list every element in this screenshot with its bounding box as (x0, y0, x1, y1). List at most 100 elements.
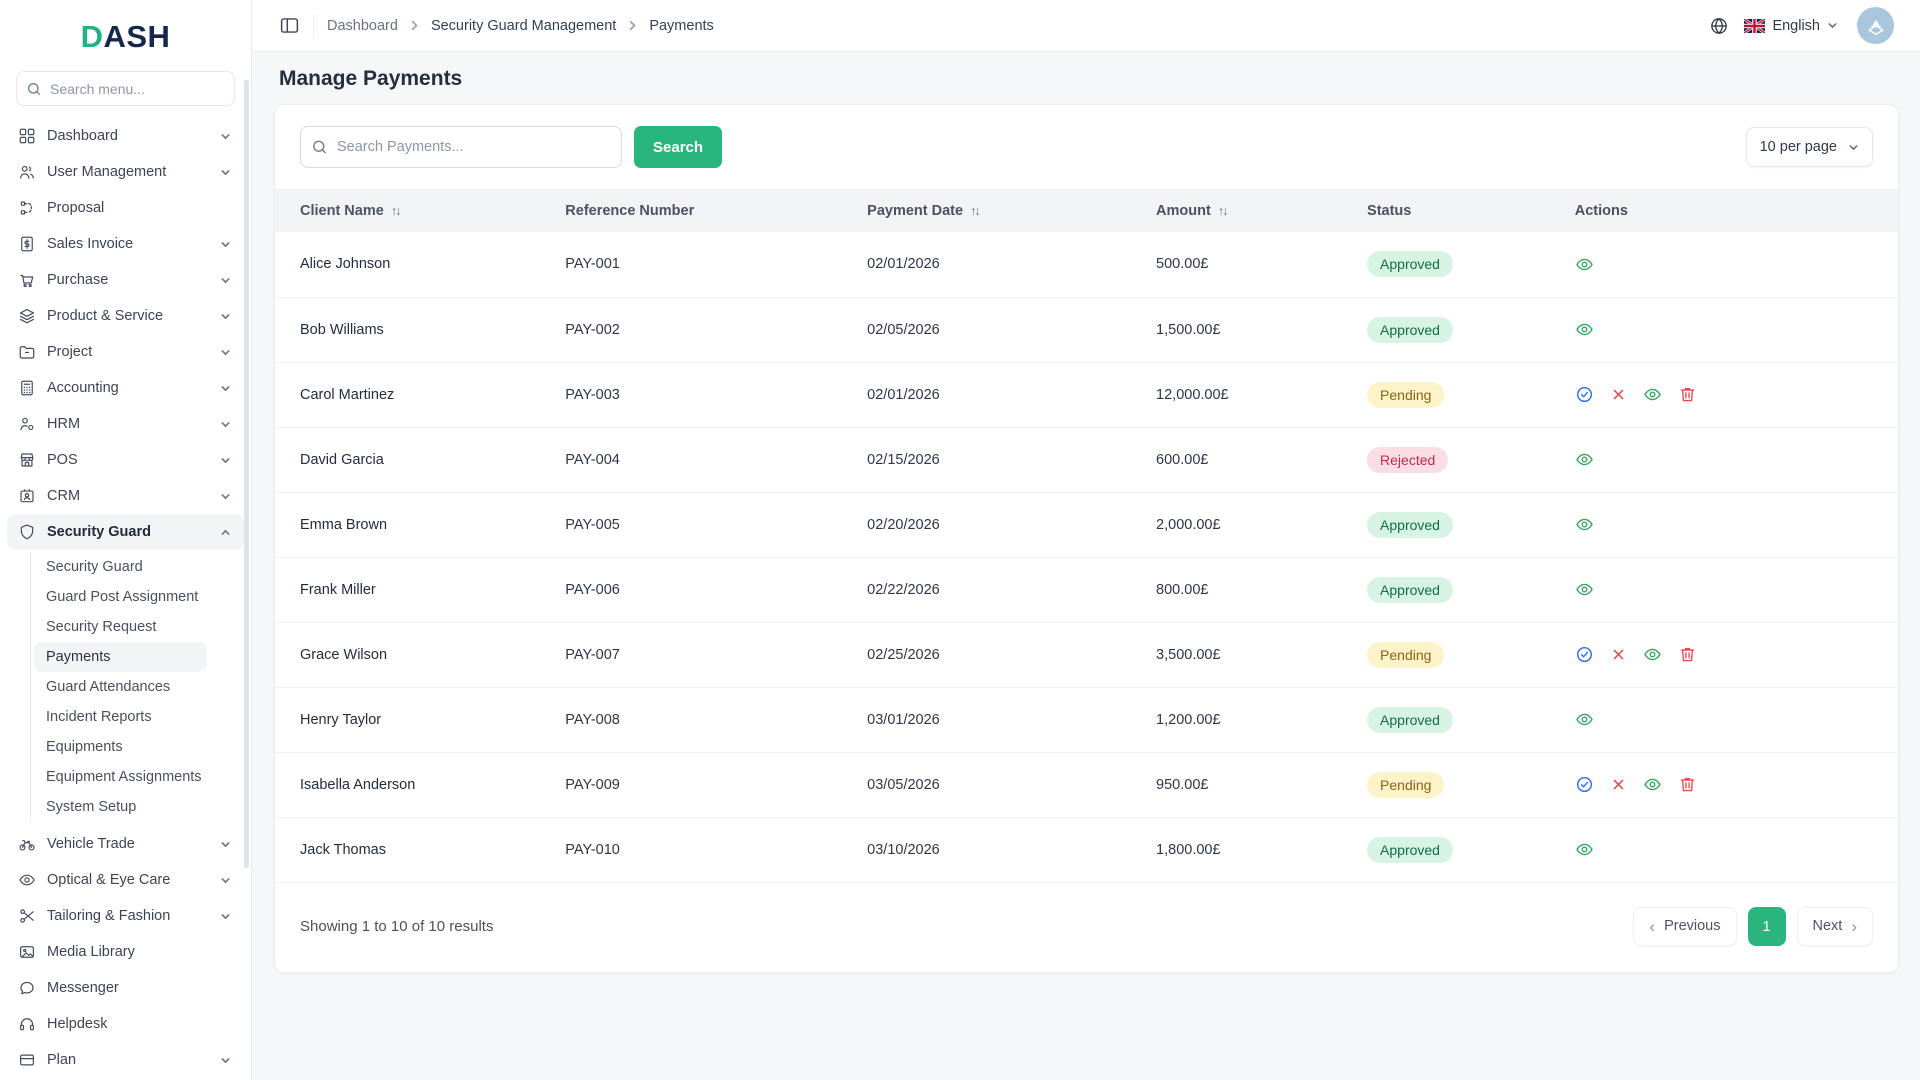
view-payment-button[interactable] (1575, 515, 1594, 534)
view-payment-button[interactable] (1575, 580, 1594, 599)
view-payment-button[interactable] (1575, 450, 1594, 469)
cell-reference-number: PAY-008 (549, 687, 852, 753)
cell-client-name: Jack Thomas (275, 817, 550, 883)
status-badge: Pending (1367, 641, 1445, 668)
approve-payment-button[interactable] (1575, 775, 1594, 794)
delete-payment-button[interactable] (1678, 775, 1697, 794)
sort-icon[interactable]: ↑↓ (1218, 204, 1228, 218)
column-header-amount[interactable]: Amount ↑↓ (1140, 189, 1352, 232)
layers-icon (18, 307, 36, 325)
delete-payment-button[interactable] (1678, 645, 1697, 664)
sidebar-scrollbar[interactable] (244, 80, 249, 868)
divider (313, 13, 314, 38)
breadcrumb-security-guard-management[interactable]: Security Guard Management (431, 18, 616, 34)
topbar-right: English (1709, 7, 1894, 44)
page-1-button[interactable]: 1 (1747, 906, 1786, 946)
approve-payment-button[interactable] (1575, 645, 1594, 664)
card-icon (18, 1051, 36, 1069)
sidebar-toggle-button[interactable] (279, 15, 300, 36)
cell-status: Approved (1351, 817, 1559, 883)
cell-actions (1558, 817, 1898, 883)
chevron-down-icon (220, 875, 231, 886)
sidebar-item-purchase[interactable]: Purchase (7, 262, 244, 298)
cell-amount: 950.00£ (1140, 752, 1352, 818)
sidebar-item-media-library[interactable]: Media Library (7, 934, 244, 970)
sidebar-subitem-payments[interactable]: Payments (34, 642, 207, 672)
view-payment-button[interactable] (1643, 385, 1662, 404)
sidebar-item-proposal[interactable]: Proposal (7, 190, 244, 226)
view-payment-button[interactable] (1575, 710, 1594, 729)
sidebar-subitem-guard-post-assignment[interactable]: Guard Post Assignment (34, 582, 207, 612)
reject-payment-button[interactable] (1610, 646, 1627, 663)
cell-actions (1558, 752, 1898, 818)
sort-icon[interactable]: ↑↓ (970, 204, 980, 218)
payments-search-input[interactable] (300, 126, 622, 168)
sidebar-subitem-system-setup[interactable]: System Setup (34, 792, 207, 822)
user-avatar[interactable] (1857, 7, 1894, 44)
sidebar-item-vehicle-trade[interactable]: Vehicle Trade (7, 826, 244, 862)
per-page-value: 10 per page (1759, 139, 1837, 155)
delete-payment-button[interactable] (1678, 385, 1697, 404)
previous-page-button[interactable]: ‹ Previous (1633, 906, 1737, 946)
sidebar-item-messenger[interactable]: Messenger (7, 970, 244, 1006)
sidebar-item-security-guard[interactable]: Security Guard (7, 514, 244, 550)
chevron-down-icon (220, 839, 231, 850)
view-payment-button[interactable] (1643, 775, 1662, 794)
view-payment-button[interactable] (1643, 645, 1662, 664)
sidebar-item-label: Dashboard (47, 128, 118, 144)
app-logo[interactable]: DASH (0, 0, 251, 68)
status-badge: Approved (1367, 511, 1453, 538)
sidebar-subitem-security-request[interactable]: Security Request (34, 612, 207, 642)
sidebar-item-label: CRM (47, 488, 81, 504)
column-header-status: Status (1351, 189, 1559, 232)
sidebar-item-user-management[interactable]: User Management (7, 154, 244, 190)
sidebar-item-crm[interactable]: CRM (7, 478, 244, 514)
column-header-payment-date[interactable]: Payment Date ↑↓ (851, 189, 1141, 232)
sidebar-subitem-security-guard[interactable]: Security Guard (34, 552, 207, 582)
globe-icon[interactable] (1709, 16, 1729, 36)
breadcrumb: Dashboard Security Guard Management Paymen… (327, 18, 714, 34)
image-icon (18, 943, 36, 961)
view-payment-button[interactable] (1575, 840, 1594, 859)
approve-payment-button[interactable] (1575, 385, 1594, 404)
view-payment-button[interactable] (1575, 255, 1594, 274)
table-row: Emma Brown PAY-005 02/20/2026 2,000.00£ Appr… (275, 492, 1898, 558)
sidebar-subitem-equipments[interactable]: Equipments (34, 732, 207, 762)
breadcrumb-payments[interactable]: Payments (649, 18, 713, 34)
search-button[interactable]: Search (634, 126, 723, 168)
cell-client-name: Frank Miller (275, 557, 550, 623)
language-selector[interactable]: English (1744, 18, 1838, 34)
sidebar-item-optical-eye-care[interactable]: Optical & Eye Care (7, 862, 244, 898)
per-page-select[interactable]: 10 per page (1745, 127, 1873, 167)
logo-rest: ASH (103, 19, 171, 54)
sidebar-item-hrm[interactable]: HRM (7, 406, 244, 442)
reject-payment-button[interactable] (1610, 776, 1627, 793)
sidebar-item-product-service[interactable]: Product & Service (7, 298, 244, 334)
reject-payment-button[interactable] (1610, 386, 1627, 403)
chevron-down-icon (220, 167, 231, 178)
cell-actions (1558, 362, 1898, 428)
view-payment-button[interactable] (1575, 320, 1594, 339)
sidebar-search-input[interactable] (16, 71, 235, 106)
chevron-down-icon (220, 275, 231, 286)
sidebar-item-dashboard[interactable]: Dashboard (7, 118, 244, 154)
sidebar-item-pos[interactable]: POS (7, 442, 244, 478)
sidebar-item-project[interactable]: Project (7, 334, 244, 370)
sidebar-item-sales-invoice[interactable]: Sales Invoice (7, 226, 244, 262)
sidebar-item-tailoring-fashion[interactable]: Tailoring & Fashion (7, 898, 244, 934)
sidebar-item-accounting[interactable]: Accounting (7, 370, 244, 406)
sidebar-item-label: Security Guard (47, 524, 151, 540)
breadcrumb-dashboard[interactable]: Dashboard (327, 18, 398, 34)
sidebar-subitem-equipment-assignments[interactable]: Equipment Assignments (34, 762, 207, 792)
sidebar-subitem-guard-attendances[interactable]: Guard Attendances (34, 672, 207, 702)
sidebar-subitem-incident-reports[interactable]: Incident Reports (34, 702, 207, 732)
next-page-button[interactable]: Next › (1796, 906, 1873, 946)
column-header-client-name[interactable]: Client Name ↑↓ (275, 189, 550, 232)
sort-icon[interactable]: ↑↓ (391, 204, 401, 218)
cell-payment-date: 02/20/2026 (851, 492, 1141, 558)
chevron-right-icon (626, 19, 639, 32)
headset-icon (18, 1015, 36, 1033)
cell-client-name: Isabella Anderson (275, 752, 550, 818)
sidebar-item-helpdesk[interactable]: Helpdesk (7, 1006, 244, 1042)
sidebar-item-plan[interactable]: Plan (7, 1042, 244, 1078)
